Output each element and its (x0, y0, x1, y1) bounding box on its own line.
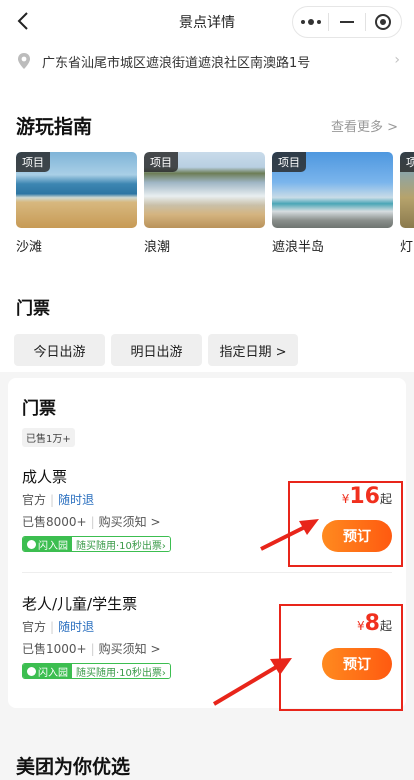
panel-title: 门票 (22, 399, 56, 419)
lightning-icon (27, 539, 36, 549)
fast-entry-label: 闪入园 (38, 540, 68, 552)
guide-card[interactable]: 项目 沙滩 (16, 152, 137, 255)
minus-icon (339, 21, 354, 23)
sold-count: 已售8000+ (22, 515, 87, 529)
card-name: 浪潮 (144, 240, 171, 255)
more-button[interactable] (293, 7, 328, 37)
sold-count: 已售1000+ (22, 642, 87, 656)
guide-cards: 项目 沙滩 项目 浪潮 项目 遮浪半岛 项 灯 (16, 152, 414, 262)
beach-photo: 项目 (16, 152, 137, 228)
guide-card[interactable]: 项 灯 (400, 152, 414, 255)
top-section: 景点详情 广东省汕尾市城区遮浪街道遮浪社区南澳路1号 › 游玩指南 查看更多 >… (0, 0, 414, 372)
lighthouse-photo: 项 (400, 152, 414, 228)
purchase-notice-link[interactable]: 购买须知 > (99, 642, 161, 656)
recommend-section-title: 美团为你优选 (16, 756, 131, 778)
lightning-icon (27, 666, 36, 676)
instant-ticket-label: 随买随用·10秒出票› (72, 537, 170, 551)
address-row[interactable]: 广东省汕尾市城区遮浪街道遮浪社区南澳路1号 › (0, 44, 414, 78)
ticket-meta: 已售8000+ | 购买须知 > (22, 515, 161, 529)
guide-card[interactable]: 项目 遮浪半岛 (272, 152, 393, 255)
view-more-link[interactable]: 查看更多 > (331, 116, 398, 135)
close-mini-program-button[interactable] (366, 7, 401, 37)
tickets-section-title: 门票 (16, 299, 50, 319)
source-label: 官方 (22, 620, 47, 634)
chevron-right-icon: › (394, 52, 400, 68)
fast-entry-label: 闪入园 (38, 667, 68, 679)
card-name: 遮浪半岛 (272, 240, 325, 255)
purchase-notice-link[interactable]: 购买须知 > (99, 515, 161, 529)
refund-label: 随时退 (58, 620, 95, 634)
peninsula-photo: 项目 (272, 152, 393, 228)
fast-entry-tag: 闪入园 随买随用·10秒出票› (22, 663, 171, 679)
instant-ticket-label: 随买随用·10秒出票› (72, 664, 170, 678)
sold-badge: 已售1万+ (22, 428, 75, 447)
card-tag: 项目 (272, 152, 306, 172)
ticket-meta: 官方 | 随时退 (22, 493, 95, 507)
waves-photo: 项目 (144, 152, 265, 228)
ticket-meta: 已售1000+ | 购买须知 > (22, 642, 161, 656)
location-pin-icon (18, 53, 30, 69)
guide-card[interactable]: 项目 浪潮 (144, 152, 265, 255)
card-name: 灯 (400, 240, 414, 255)
pick-date-button[interactable]: 指定日期 > (208, 334, 298, 366)
divider (22, 572, 392, 573)
ticket-name[interactable]: 老人/儿童/学生票 (22, 593, 137, 614)
ticket-name[interactable]: 成人票 (22, 466, 67, 487)
more-dots-icon (300, 18, 321, 25)
nav-bar: 景点详情 (0, 0, 414, 44)
refund-label: 随时退 (58, 493, 95, 507)
annotation-arrow-icon (260, 519, 319, 551)
card-tag: 项目 (144, 152, 178, 172)
minimize-button[interactable] (329, 7, 364, 37)
target-icon (375, 14, 392, 30)
card-tag: 项 (400, 152, 414, 172)
today-button[interactable]: 今日出游 (14, 334, 105, 366)
fast-entry-tag: 闪入园 随买随用·10秒出票› (22, 536, 171, 552)
guide-section-title: 游玩指南 (16, 116, 93, 138)
tomorrow-button[interactable]: 明日出游 (111, 334, 202, 366)
address-text: 广东省汕尾市城区遮浪街道遮浪社区南澳路1号 (42, 56, 311, 71)
card-tag: 项目 (16, 152, 50, 172)
mini-program-capsule (292, 6, 402, 38)
annotation-arrow-icon (212, 658, 292, 706)
ticket-meta: 官方 | 随时退 (22, 620, 95, 634)
card-name: 沙滩 (16, 240, 43, 255)
source-label: 官方 (22, 493, 47, 507)
